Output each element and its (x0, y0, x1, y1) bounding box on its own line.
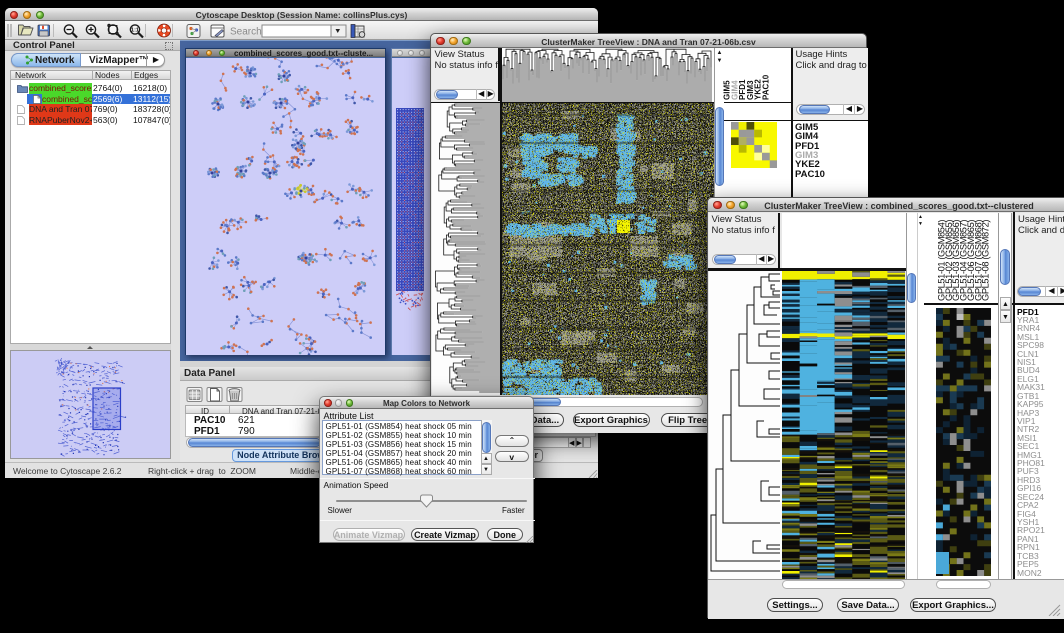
svg-text:1:1: 1:1 (131, 28, 139, 34)
svg-text:PAC10: PAC10 (762, 74, 771, 100)
svg-text:Search:: Search: (230, 27, 264, 38)
svg-text:GPL51-08 (GSM872): GPL51-08 (GSM872) (981, 220, 991, 301)
